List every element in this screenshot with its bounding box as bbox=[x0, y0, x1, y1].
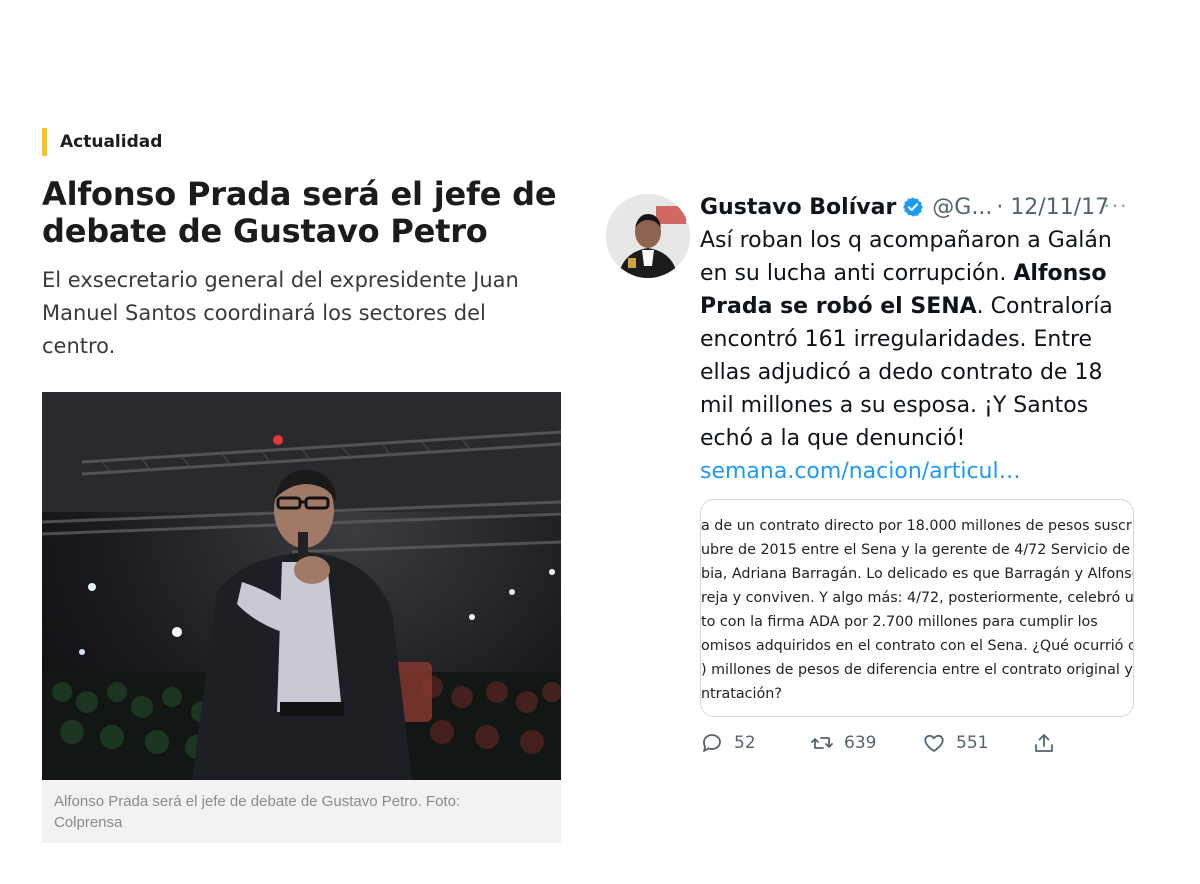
preview-line: ) millones de pesos de diferencia entre … bbox=[701, 662, 1134, 678]
avatar-image bbox=[606, 194, 690, 278]
preview-line: ntratación? bbox=[701, 686, 782, 702]
reply-button[interactable]: 52 bbox=[700, 728, 756, 758]
preview-line: omisos adquiridos en el contrato con el … bbox=[701, 638, 1134, 654]
tweet-header: Gustavo Bolívar @G... · 12/11/17 bbox=[700, 190, 1140, 224]
reply-count: 52 bbox=[734, 733, 756, 753]
link-preview-card[interactable]: a de un contrato directo por 18.000 mill… bbox=[700, 499, 1134, 717]
reply-icon bbox=[703, 734, 721, 752]
like-count: 551 bbox=[956, 733, 989, 753]
tweet-date[interactable]: · 12/11/17 bbox=[996, 195, 1109, 220]
author-handle[interactable]: @G... bbox=[932, 195, 992, 220]
article-photo bbox=[42, 392, 561, 780]
verified-badge-icon bbox=[903, 197, 924, 217]
photo-caption-box: Alfonso Prada será el jefe de debate de … bbox=[42, 780, 561, 843]
photo-caption: Alfonso Prada será el jefe de debate de … bbox=[54, 793, 461, 831]
share-icon bbox=[1035, 734, 1053, 752]
section-label: Actualidad bbox=[60, 132, 163, 152]
article-dek: El exsecretario general del expresidente… bbox=[42, 268, 519, 358]
section-tag[interactable]: Actualidad bbox=[42, 128, 562, 156]
tweet-text: Así roban los q acompañaron a Galán en s… bbox=[700, 224, 1140, 488]
concert-stage-illustration bbox=[42, 392, 561, 780]
avatar[interactable] bbox=[606, 194, 690, 278]
preview-line: a de un contrato directo por 18.000 mill… bbox=[701, 518, 1134, 534]
tweet-actions: 52 639 551 bbox=[700, 728, 1140, 758]
like-button[interactable]: 551 bbox=[922, 728, 988, 758]
preview-line: to con la firma ADA por 2.700 millones p… bbox=[701, 614, 1098, 630]
section-accent-bar bbox=[42, 128, 47, 156]
author-name[interactable]: Gustavo Bolívar bbox=[700, 195, 896, 220]
preview-line: ubre de 2015 entre el Sena y la gerente … bbox=[701, 542, 1134, 558]
ellipsis-icon[interactable]: ··· bbox=[1103, 192, 1128, 218]
article-headline[interactable]: Alfonso Prada será el jefe de debate de … bbox=[42, 176, 562, 250]
preview-line: reja y conviven. Y algo más: 4/72, poste… bbox=[701, 590, 1134, 606]
link-preview-text: a de un contrato directo por 18.000 mill… bbox=[701, 514, 1133, 706]
tweet-link[interactable]: semana.com/nacion/articul… bbox=[700, 459, 1021, 484]
heart-icon bbox=[924, 734, 944, 752]
retweet-button[interactable]: 639 bbox=[810, 728, 876, 758]
share-button[interactable] bbox=[1032, 728, 1056, 758]
preview-line: bia, Adriana Barragán. Lo delicado es qu… bbox=[701, 566, 1134, 582]
retweet-icon bbox=[811, 737, 833, 749]
article: Actualidad Alfonso Prada será el jefe de… bbox=[42, 128, 562, 358]
retweet-count: 639 bbox=[844, 733, 877, 753]
